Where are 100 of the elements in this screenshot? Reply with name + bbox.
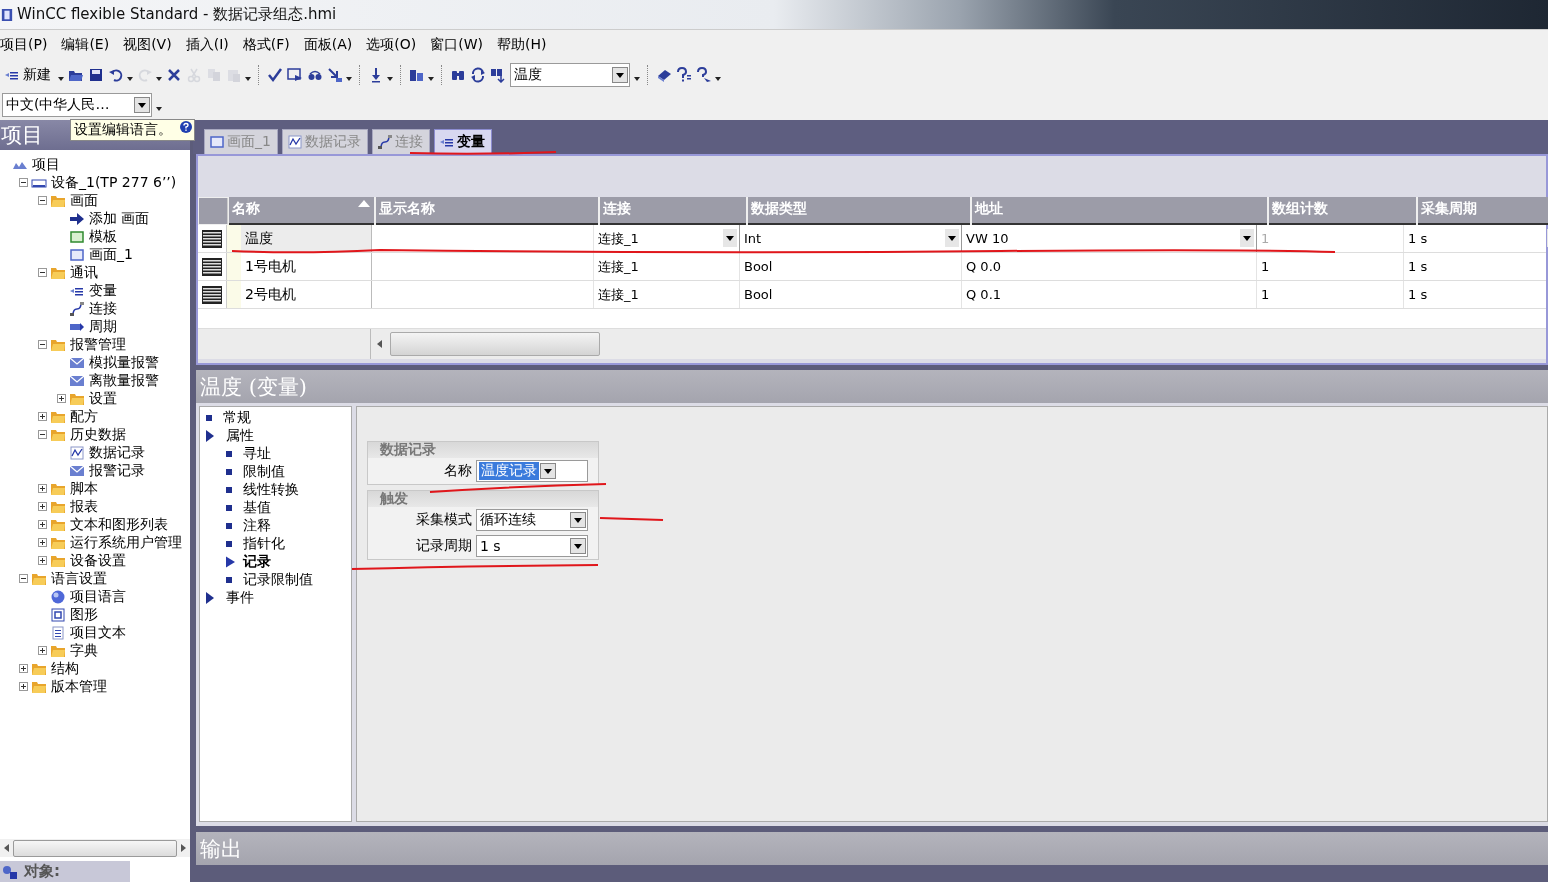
tree-item[interactable]: 通讯 <box>70 264 98 282</box>
tree-item[interactable]: 变量 <box>89 282 117 300</box>
menu-item[interactable]: 视图(V) <box>123 36 172 54</box>
book-icon[interactable] <box>656 67 672 83</box>
tree-item[interactable]: 设备_1(TP 277 6’’) <box>51 174 177 192</box>
tree-item[interactable]: 离散量报警 <box>89 372 159 390</box>
scroll-left-icon[interactable] <box>377 340 382 348</box>
tree-item[interactable]: 项目语言 <box>70 588 126 606</box>
tree-item[interactable]: 报警记录 <box>89 462 145 480</box>
menu-item[interactable]: 窗口(W) <box>430 36 483 54</box>
tree-item[interactable]: 报表 <box>70 498 98 516</box>
blocks-icon[interactable] <box>409 67 425 83</box>
menu-item[interactable]: 选项(O) <box>366 36 417 54</box>
tree-item[interactable]: 设置 <box>89 390 117 408</box>
nav-item[interactable]: 指针化 <box>243 535 285 553</box>
nav-item[interactable]: 注释 <box>243 517 271 535</box>
scroll-right-icon[interactable] <box>181 844 186 852</box>
delete-icon[interactable] <box>166 67 182 83</box>
caret-icon[interactable] <box>715 77 721 81</box>
tree-item[interactable]: 设备设置 <box>70 552 126 570</box>
nav-item[interactable]: 事件 <box>226 589 254 607</box>
editor-tab[interactable]: 变量 <box>433 129 492 154</box>
expand-toggle[interactable] <box>38 412 48 422</box>
menu-item[interactable]: 编辑(E) <box>61 36 110 54</box>
tree-item[interactable]: 项目 <box>32 156 60 174</box>
dropdown-field[interactable]: 1 s <box>476 535 588 557</box>
menu-item[interactable]: 帮助(H) <box>496 36 547 54</box>
expand-toggle[interactable] <box>38 538 48 548</box>
expand-toggle[interactable] <box>19 664 29 674</box>
tree-item[interactable]: 语言设置 <box>51 570 107 588</box>
tree-item[interactable]: 字典 <box>70 642 98 660</box>
table-row[interactable]: 2号电机 连接_1 Bool Q 0.1 1 1 s <box>198 281 1546 309</box>
dropdown-field[interactable]: 循环连续 <box>476 509 588 531</box>
tree-item[interactable]: 模拟量报警 <box>89 354 159 372</box>
language-combo[interactable]: 中文(中华人民… <box>2 93 152 117</box>
tree-item[interactable]: 图形 <box>70 606 98 624</box>
search-combo[interactable]: 温度 <box>510 63 630 87</box>
expand-toggle[interactable] <box>38 556 48 566</box>
nav-item[interactable]: 寻址 <box>243 445 271 463</box>
collapse-toggle[interactable] <box>19 574 29 584</box>
menu-item[interactable]: 面板(A) <box>303 36 353 54</box>
caret-icon[interactable] <box>634 77 640 81</box>
collapse-toggle[interactable] <box>38 268 48 278</box>
refresh-icon[interactable] <box>470 67 486 83</box>
nav-item[interactable]: 基值 <box>243 499 271 517</box>
question-pointer-icon[interactable] <box>696 67 712 83</box>
expand-toggle[interactable] <box>57 394 67 404</box>
table-cell: VW 10 <box>966 231 1009 246</box>
tree-item[interactable]: 连接 <box>89 300 117 318</box>
tree-item[interactable]: 报警管理 <box>70 336 126 354</box>
table-row[interactable]: 1号电机 连接_1 Bool Q 0.0 1 1 s <box>198 253 1546 281</box>
expand-toggle[interactable] <box>19 682 29 692</box>
table-row[interactable]: 温度 连接_1 Int VW 10 1 1 s <box>198 225 1546 253</box>
tree-item[interactable]: 配方 <box>70 408 98 426</box>
tree-item[interactable]: 版本管理 <box>51 678 107 696</box>
tree-item[interactable]: 添加 画面 <box>89 210 150 228</box>
nav-item[interactable]: 记录限制值 <box>243 571 313 589</box>
menu-item[interactable]: 项目(P) <box>0 36 48 54</box>
caret-icon[interactable] <box>428 77 434 81</box>
expand-toggle[interactable] <box>38 646 48 656</box>
tree-item[interactable]: 项目文本 <box>70 624 126 642</box>
tree-item[interactable]: 周期 <box>89 318 117 336</box>
tree-item[interactable]: 运行系统用户管理 <box>70 534 182 552</box>
caret-icon[interactable] <box>58 77 64 81</box>
caret-icon[interactable] <box>387 77 393 81</box>
expand-toggle[interactable] <box>38 484 48 494</box>
collapse-toggle[interactable] <box>19 178 29 188</box>
collapse-toggle[interactable] <box>38 430 48 440</box>
nav-item[interactable]: 限制值 <box>243 463 285 481</box>
collapse-toggle[interactable] <box>38 340 48 350</box>
expand-toggle[interactable] <box>38 502 48 512</box>
monitor-icon[interactable] <box>287 67 303 83</box>
nav-item[interactable]: 属性 <box>226 427 254 445</box>
tree-item[interactable]: 画面_1 <box>89 246 133 264</box>
nav-item[interactable]: 线性转换 <box>243 481 299 499</box>
undo-icon[interactable] <box>108 67 124 83</box>
menu-item[interactable]: 插入(I) <box>185 36 229 54</box>
new-label[interactable]: 新建 <box>23 66 51 84</box>
tag-search-icon[interactable] <box>490 67 506 83</box>
scroll-thumb[interactable] <box>390 332 600 356</box>
transfer-icon[interactable] <box>327 67 343 83</box>
nav-item[interactable]: 记录 <box>243 553 271 571</box>
tree-item[interactable]: 数据记录 <box>89 444 145 462</box>
tree-item[interactable]: 结构 <box>51 660 79 678</box>
tree-item[interactable]: 脚本 <box>70 480 98 498</box>
dropdown-field[interactable]: 温度记录 <box>476 460 588 482</box>
tree-item[interactable]: 画面 <box>70 192 98 210</box>
scroll-left-icon[interactable] <box>4 844 9 852</box>
collapse-toggle[interactable] <box>38 196 48 206</box>
caret-icon[interactable] <box>346 77 352 81</box>
tree-item[interactable]: 历史数据 <box>70 426 126 444</box>
caret-icon[interactable] <box>156 107 162 111</box>
expand-toggle[interactable] <box>38 520 48 530</box>
tree-item[interactable]: 文本和图形列表 <box>70 516 168 534</box>
checkmark-icon[interactable] <box>267 67 283 83</box>
caret-icon[interactable] <box>127 77 133 81</box>
tree-item[interactable]: 模板 <box>89 228 117 246</box>
menu-item[interactable]: 格式(F) <box>242 36 290 54</box>
help-icon[interactable] <box>676 67 692 83</box>
nav-item[interactable]: 常规 <box>223 409 251 427</box>
